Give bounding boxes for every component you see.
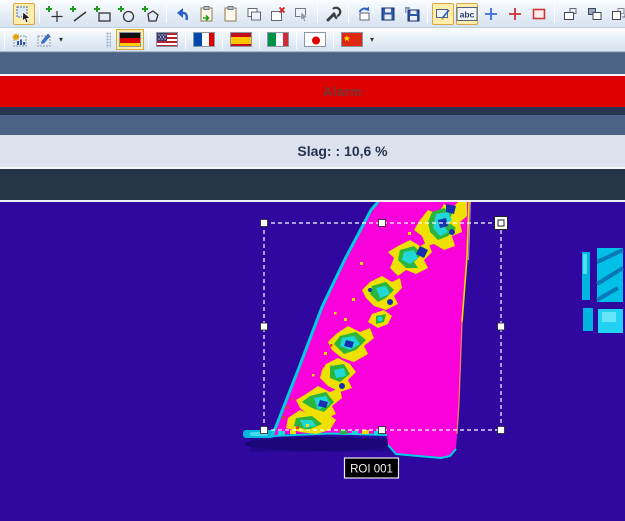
add-point-icon [46, 5, 64, 23]
slag-value-label: Slag: : 10,6 % [0, 143, 625, 159]
roi-handle-middle-right[interactable] [498, 323, 505, 330]
abc-icon-text: abc [460, 9, 475, 19]
auto-zone-icon [11, 31, 29, 49]
save-button[interactable] [377, 3, 399, 25]
paste-insert-icon [197, 5, 215, 23]
roi-label-tag[interactable]: ROI 001 [345, 458, 399, 478]
rotate-shape-button[interactable] [353, 3, 375, 25]
plus-red-button[interactable] [504, 3, 526, 25]
flag-japan[interactable] [301, 29, 329, 50]
add-rectangle-icon [94, 5, 112, 23]
roi-handle-top-left[interactable] [261, 220, 268, 227]
add-line-icon [70, 5, 88, 23]
bring-to-front-icon [561, 5, 579, 23]
copy-icon [245, 5, 263, 23]
wrench-icon [324, 5, 342, 23]
bring-to-front-button[interactable] [559, 3, 581, 25]
flag-spain[interactable] [227, 29, 255, 50]
navy-band [0, 169, 625, 202]
thermal-reflections [582, 248, 623, 333]
header-bar-mid [0, 115, 625, 135]
plus-blue-button[interactable] [480, 3, 502, 25]
china-flag-icon [341, 32, 363, 47]
flag-usa[interactable] [153, 29, 181, 50]
copy-button[interactable] [243, 3, 265, 25]
add-polygon-button[interactable] [140, 3, 162, 25]
add-ellipse-button[interactable] [116, 3, 138, 25]
paste-button[interactable] [219, 3, 241, 25]
navy-strip [0, 107, 625, 115]
send-to-back-button[interactable] [583, 3, 605, 25]
thermal-image-view[interactable]: ROI 001 [0, 202, 625, 521]
select-tool-button[interactable] [13, 3, 35, 25]
abc-icon: abc [456, 6, 478, 22]
toolbar-flags: ▾ [0, 28, 625, 52]
alarm-banner: Alarm [0, 76, 625, 107]
delete-shape-icon [269, 5, 287, 23]
edit-zone-icon [35, 31, 53, 49]
save-as-icon [403, 5, 421, 23]
edit-shape-button[interactable] [432, 3, 454, 25]
flags-dropdown[interactable]: ▾ [367, 35, 377, 44]
paste-insert-button[interactable] [195, 3, 217, 25]
rotate-shape-icon [355, 5, 373, 23]
add-rectangle-button[interactable] [92, 3, 114, 25]
text-label-button[interactable]: abc [456, 3, 478, 25]
rect-red-icon [530, 5, 548, 23]
flag-germany[interactable] [116, 29, 144, 50]
add-point-button[interactable] [44, 3, 66, 25]
japan-flag-icon [304, 32, 326, 47]
germany-flag-icon [119, 32, 141, 47]
edit-zone-button[interactable] [33, 29, 55, 51]
paste-icon [221, 5, 239, 23]
roi-rotate-handle[interactable] [495, 217, 508, 230]
undo-icon [173, 5, 191, 23]
roi-handle-bottom-right[interactable] [498, 427, 505, 434]
plus-blue-icon [482, 5, 500, 23]
select-tool-icon [15, 5, 33, 23]
thermal-streak [243, 430, 274, 438]
flags-grip[interactable] [106, 32, 111, 48]
roi-label-text: ROI 001 [350, 464, 393, 476]
properties-wrench-button[interactable] [322, 3, 344, 25]
delete-shape-button[interactable] [267, 3, 289, 25]
save-as-button[interactable] [401, 3, 423, 25]
roi-handle-bottom-left[interactable] [261, 427, 268, 434]
roi-handle-middle-left[interactable] [261, 323, 268, 330]
italy-flag-icon [267, 32, 289, 47]
select-all-button[interactable] [291, 3, 313, 25]
flag-china[interactable] [338, 29, 366, 50]
header-bar-top [0, 52, 625, 74]
france-flag-icon [193, 32, 215, 47]
save-icon [379, 5, 397, 23]
bring-forward-button[interactable] [607, 3, 625, 25]
zone-dropdown[interactable]: ▾ [56, 35, 66, 44]
bring-forward-icon [609, 5, 625, 23]
add-ellipse-icon [118, 5, 136, 23]
slag-banner: Slag: : 10,6 % [0, 135, 625, 167]
roi-handle-bottom-middle[interactable] [379, 427, 386, 434]
select-all-icon [293, 5, 311, 23]
flag-france[interactable] [190, 29, 218, 50]
spain-flag-icon [230, 32, 252, 47]
add-polygon-icon [142, 5, 160, 23]
undo-button[interactable] [171, 3, 193, 25]
add-line-button[interactable] [68, 3, 90, 25]
usa-flag-icon [156, 32, 178, 47]
edit-shape-icon [434, 5, 452, 23]
thermal-image: ROI 001 [0, 202, 625, 521]
alarm-label: Alarm [0, 84, 625, 99]
auto-zone-button[interactable] [9, 29, 31, 51]
rect-red-button[interactable] [528, 3, 550, 25]
plus-red-icon [506, 5, 524, 23]
roi-handle-top-middle[interactable] [379, 220, 386, 227]
flag-italy[interactable] [264, 29, 292, 50]
send-to-back-icon [585, 5, 603, 23]
toolbar-main: abc [0, 0, 625, 28]
